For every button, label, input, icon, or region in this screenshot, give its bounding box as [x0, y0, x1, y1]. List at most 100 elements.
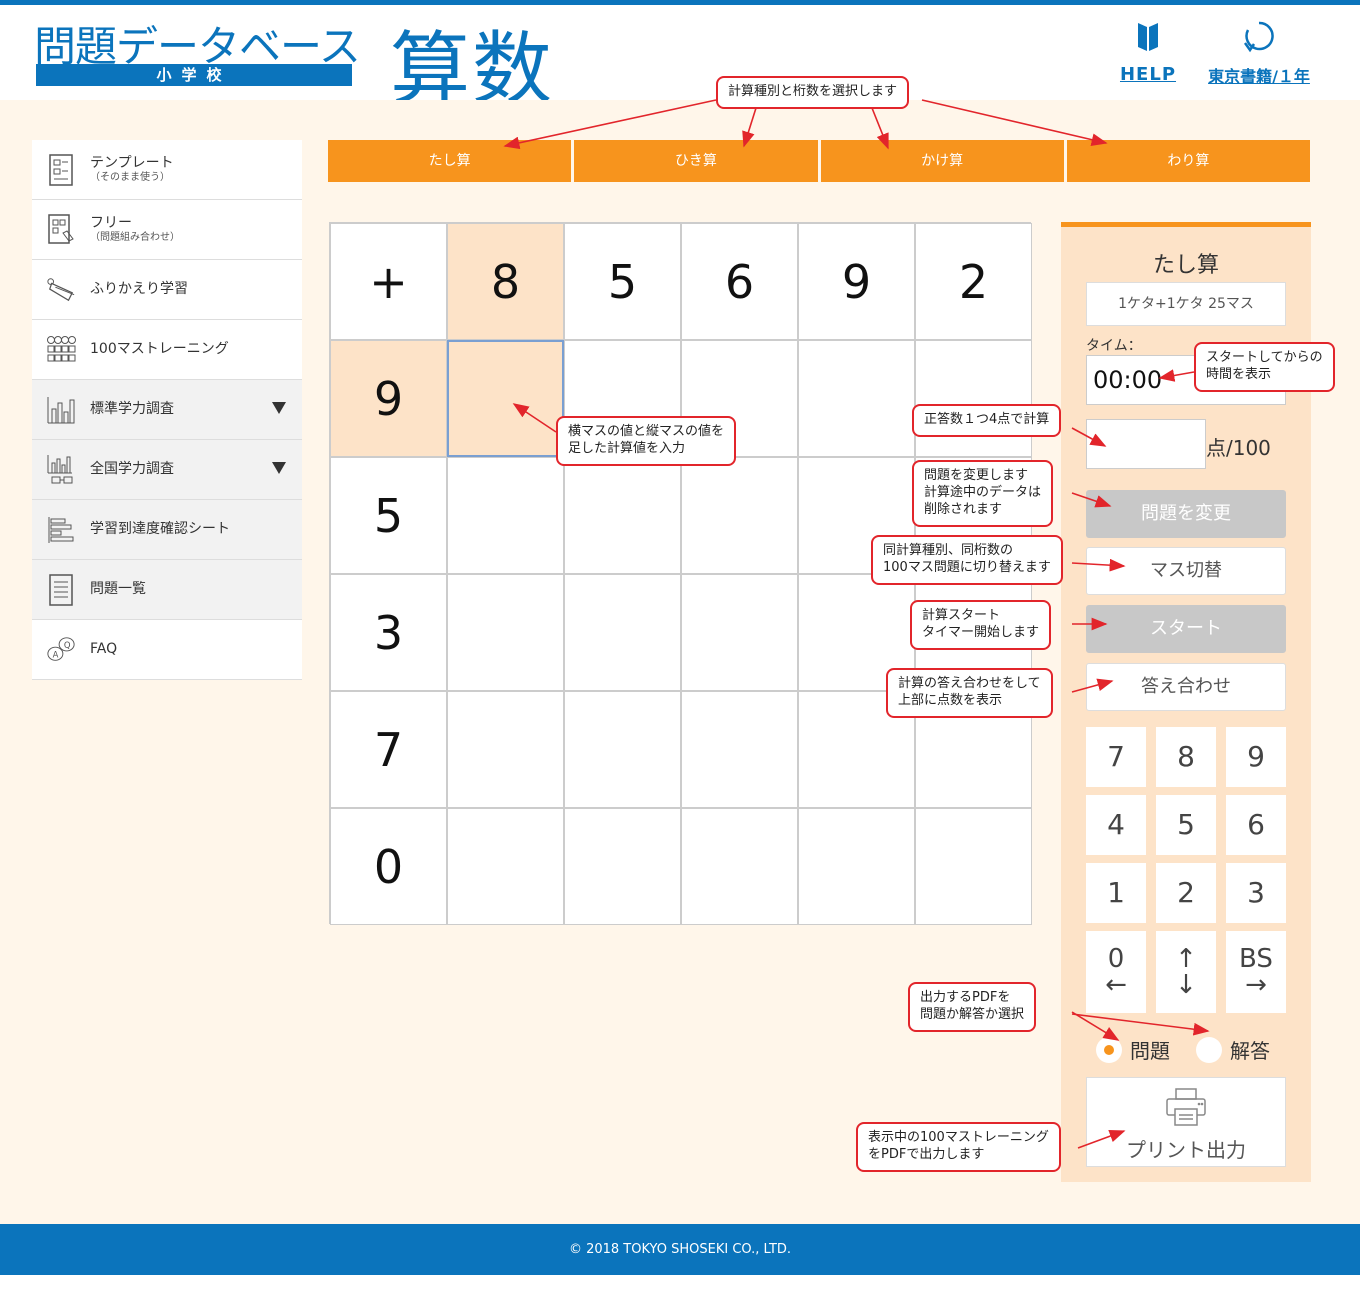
answer-cell[interactable]: [915, 808, 1032, 925]
flashcards-icon: [46, 272, 76, 308]
sidebar-item-question-list[interactable]: 問題一覧: [32, 560, 302, 620]
answer-cell[interactable]: [564, 574, 681, 691]
answer-cell[interactable]: [447, 457, 564, 574]
tab-subtraction[interactable]: ひき算: [574, 140, 818, 182]
answer-cell[interactable]: [447, 808, 564, 925]
callout-text: 足した計算値を入力: [568, 440, 686, 456]
callout-text: 計算の答え合わせをして: [898, 676, 1041, 691]
output-type-radios: 問題 解答: [1096, 1035, 1296, 1065]
sidebar-item-review[interactable]: ふりかえり学習: [32, 260, 302, 320]
answer-cell[interactable]: [681, 808, 798, 925]
answer-cell[interactable]: [681, 457, 798, 574]
callout-select-type: 計算種別と桁数を選択します: [716, 76, 910, 109]
key-up-down[interactable]: ↑ ↓: [1156, 931, 1216, 1013]
key-5[interactable]: 5: [1156, 795, 1216, 855]
site-header: 問題データベース 小学校 算数 HELP 東京書籍/１年: [0, 5, 1360, 116]
answer-cell[interactable]: [798, 340, 915, 457]
callout-switch: 同計算種別、同桁数の 100マス問題に切り替えます: [871, 535, 1063, 585]
sidebar: テンプレート （そのまま使う） フリー （問題組み合わせ） ふりかえり学習 100マ…: [32, 140, 302, 680]
radio-answer[interactable]: 解答: [1196, 1035, 1270, 1064]
radio-question[interactable]: 問題: [1096, 1035, 1170, 1064]
answer-cell[interactable]: [447, 340, 564, 457]
row-header: 7: [330, 691, 447, 808]
problem-description: 1ケタ+1ケタ 25マス: [1086, 282, 1286, 326]
answer-cell[interactable]: [447, 574, 564, 691]
sidebar-item-free[interactable]: フリー （問題組み合わせ）: [32, 200, 302, 260]
callout-text: 時間を表示: [1206, 366, 1272, 382]
arrow-right-icon: →: [1245, 970, 1267, 1000]
row-header: 5: [330, 457, 447, 574]
document-list-icon: [46, 572, 76, 608]
key-8[interactable]: 8: [1156, 727, 1216, 787]
callout-text: 100マス問題に切り替えます: [883, 559, 1051, 575]
answer-cell[interactable]: [915, 340, 1032, 457]
answer-cell[interactable]: [447, 691, 564, 808]
key-6[interactable]: 6: [1226, 795, 1286, 855]
textbook-link[interactable]: 東京書籍/１年: [1204, 19, 1314, 87]
callout-text: 計算種別と桁数を選択します: [728, 84, 898, 99]
key-9[interactable]: 9: [1226, 727, 1286, 787]
key-7[interactable]: 7: [1086, 727, 1146, 787]
key-1[interactable]: 1: [1086, 863, 1146, 923]
callout-text: 上部に点数を表示: [898, 692, 1003, 708]
sidebar-item-label: 全国学力調査: [90, 461, 174, 478]
callout-check: 計算の答え合わせをして 上部に点数を表示: [886, 668, 1053, 718]
logo-subtitle: 小学校: [36, 64, 352, 86]
copyright: © 2018 TOKYO SHOSEKI CO., LTD.: [568, 1242, 792, 1257]
key-3[interactable]: 3: [1226, 863, 1286, 923]
help-link[interactable]: HELP: [1116, 19, 1180, 85]
sidebar-item-sub: （そのまま使う）: [90, 171, 170, 183]
callout-text: 表示中の100マストレーニング: [868, 1130, 1049, 1145]
sidebar-item-label: フリー: [90, 215, 132, 232]
tab-multiplication[interactable]: かけ算: [820, 140, 1064, 182]
start-button[interactable]: スタート: [1086, 605, 1286, 653]
column-header: 9: [798, 223, 915, 340]
sidebar-item-label: 標準学力調査: [90, 401, 174, 418]
key-bs-label: BS: [1239, 944, 1273, 974]
sidebar-item-achievement-sheet[interactable]: 学習到達度確認シート: [32, 500, 302, 560]
key-zero-left[interactable]: 0 ←: [1086, 931, 1146, 1013]
answer-cell[interactable]: [564, 457, 681, 574]
svg-text:A: A: [53, 649, 59, 659]
answer-cell[interactable]: [564, 808, 681, 925]
column-header: 5: [564, 223, 681, 340]
answer-cell[interactable]: [798, 808, 915, 925]
print-button-label: プリント出力: [1126, 1138, 1246, 1162]
callout-change: 問題を変更します 計算途中のデータは 削除されます: [912, 460, 1054, 527]
sidebar-item-faq[interactable]: AQ FAQ: [32, 620, 302, 680]
operator-cell: +: [330, 223, 447, 340]
key-backspace-right[interactable]: BS →: [1226, 931, 1286, 1013]
sidebar-item-national-test[interactable]: 全国学力調査: [32, 440, 302, 500]
answer-cell[interactable]: [681, 691, 798, 808]
sidebar-item-standard-test[interactable]: 標準学力調査: [32, 380, 302, 440]
callout-print: 表示中の100マストレーニング をPDFで出力します: [856, 1122, 1061, 1172]
callout-text: タイマー開始します: [922, 624, 1040, 640]
key-zero-label: 0: [1107, 944, 1125, 974]
column-header: 6: [681, 223, 798, 340]
tab-addition[interactable]: たし算: [328, 140, 572, 182]
free-combine-icon: [46, 212, 76, 248]
callout-text: 問題を変更します: [924, 468, 1029, 483]
sidebar-item-label: 問題一覧: [90, 581, 146, 598]
callout-pdf-type: 出力するPDFを 問題か解答か選択: [908, 982, 1037, 1032]
template-sheet-icon: [46, 152, 76, 188]
callout-text: 計算途中のデータは: [924, 484, 1042, 500]
switch-grid-button[interactable]: マス切替: [1086, 547, 1286, 595]
textbook-label: 東京書籍/１年: [1208, 67, 1310, 86]
sidebar-item-100masu[interactable]: 100マストレーニング: [32, 320, 302, 380]
answer-cell[interactable]: [564, 691, 681, 808]
sidebar-item-template[interactable]: テンプレート （そのまま使う）: [32, 140, 302, 200]
key-4[interactable]: 4: [1086, 795, 1146, 855]
tab-division[interactable]: わり算: [1066, 140, 1310, 182]
change-problem-button[interactable]: 問題を変更: [1086, 490, 1286, 538]
site-footer: © 2018 TOKYO SHOSEKI CO., LTD.: [0, 1224, 1360, 1275]
arrow-down-icon: ↓: [1175, 970, 1197, 1000]
print-button[interactable]: プリント出力: [1086, 1077, 1286, 1167]
caret-down-icon: [272, 462, 286, 474]
callout-text: 出力するPDFを: [920, 990, 1011, 1005]
answer-cell[interactable]: [681, 574, 798, 691]
check-answers-button[interactable]: 答え合わせ: [1086, 663, 1286, 711]
caret-down-icon: [272, 402, 286, 414]
help-label: HELP: [1119, 64, 1177, 85]
key-2[interactable]: 2: [1156, 863, 1216, 923]
